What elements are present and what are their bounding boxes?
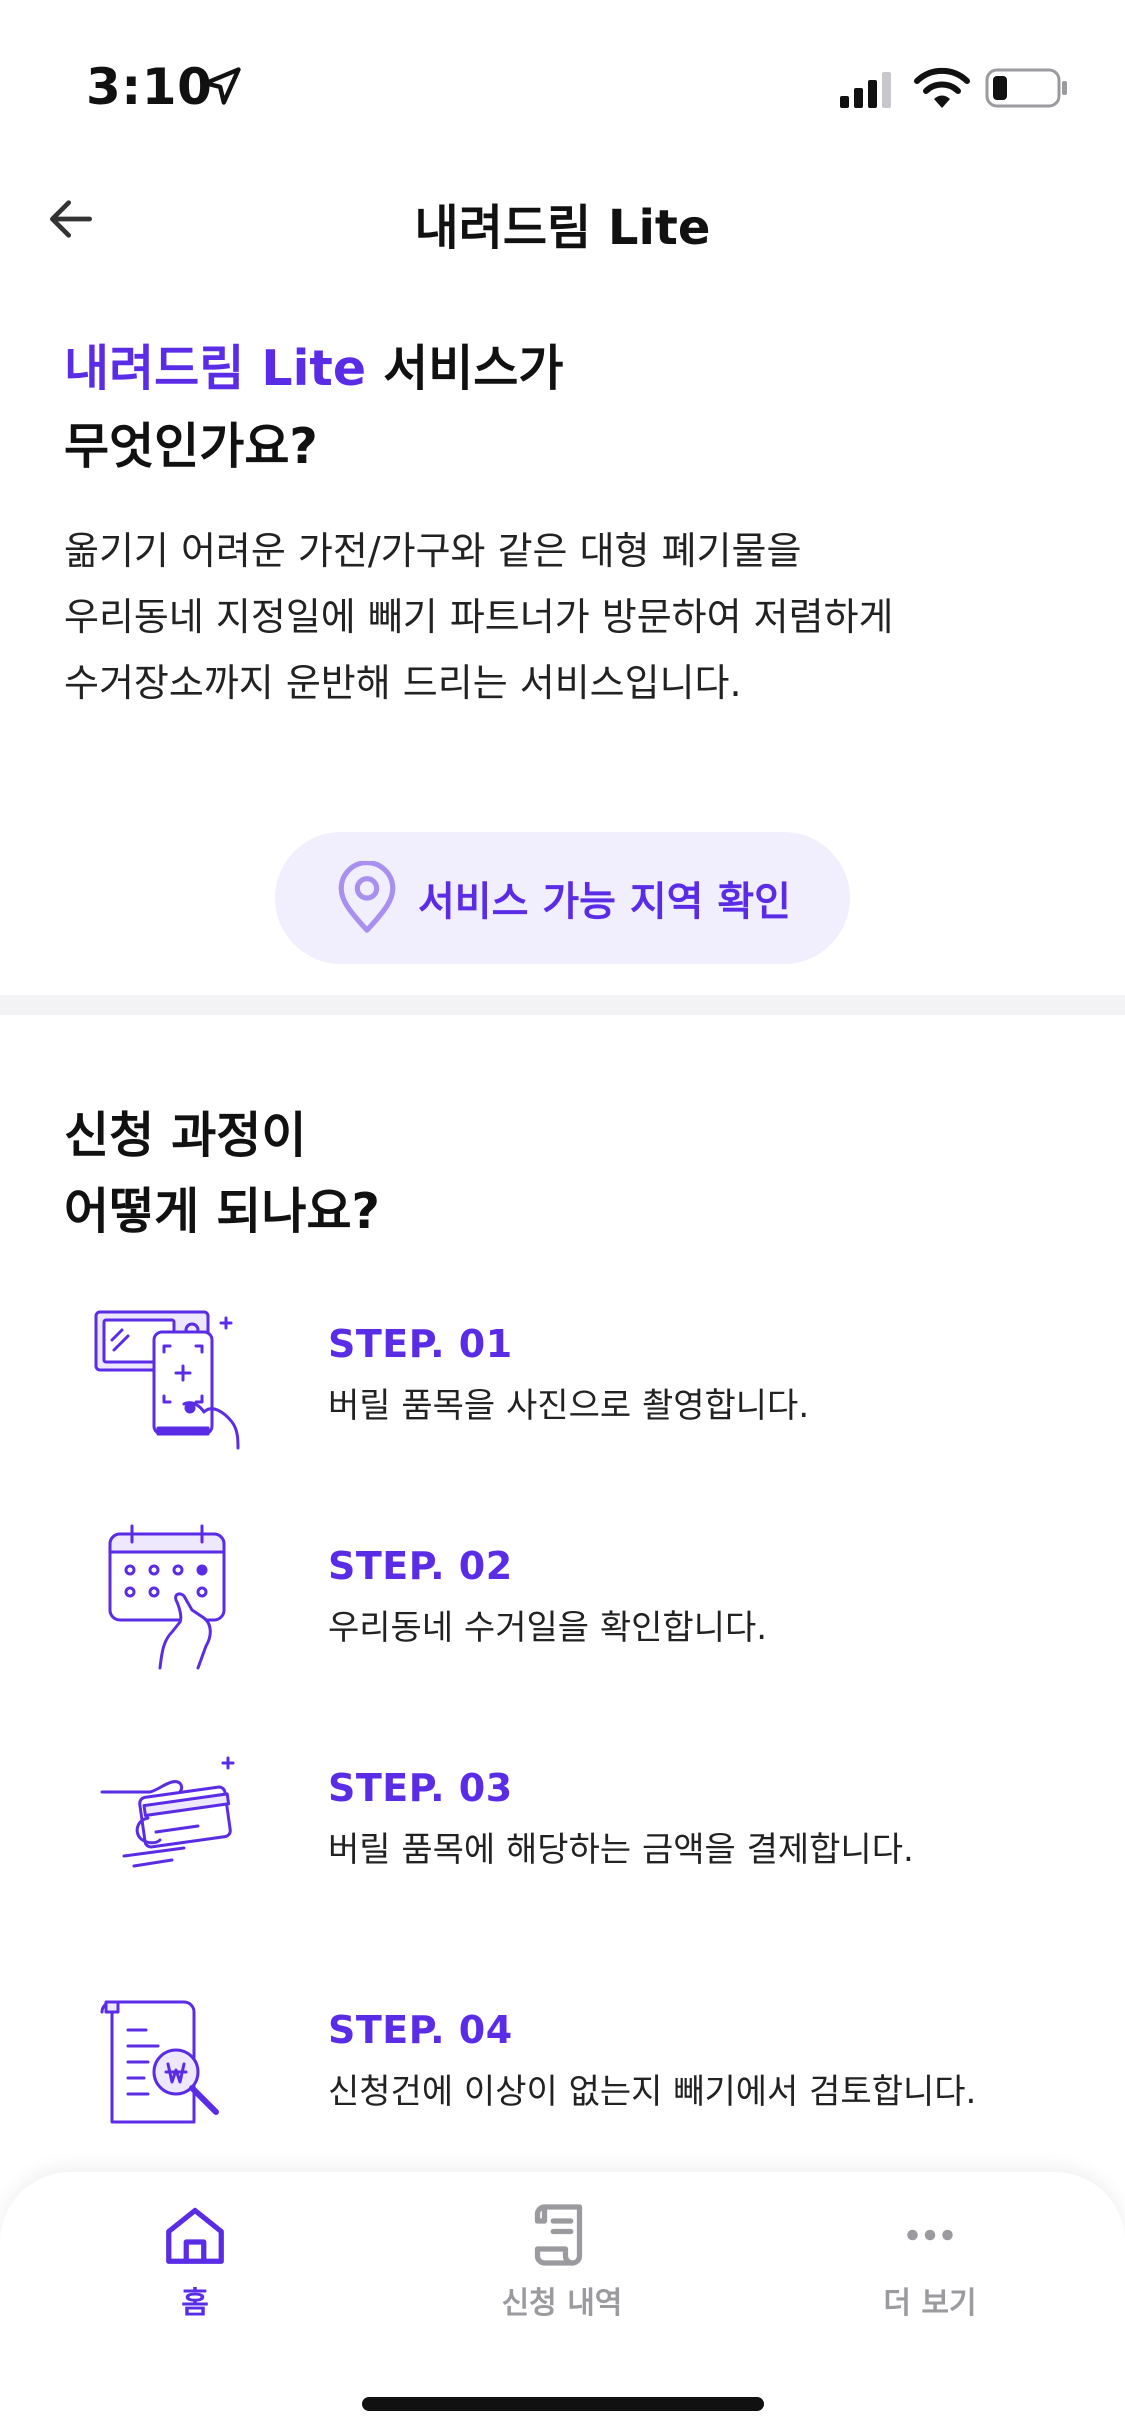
step-item: STEP. 04 신청건에 이상이 없는지 빼기에서 검토합니다. [0,1986,1125,2146]
battery-icon [985,68,1067,108]
status-bar: 3:10 [0,0,1125,140]
step-item: STEP. 01 버릴 품목을 사진으로 촬영합니다. [0,1300,1125,1460]
signal-icon [840,72,891,108]
tab-more[interactable]: 더 보기 [800,2200,1060,2330]
calendar-icon [108,1524,226,1670]
process-title: 신청 과정이 어떻게 되나요? [64,1098,1064,1250]
intro-desc-line: 수거장소까지 운반해 드리는 서비스입니다. [64,661,742,705]
intro-description: 옮기기 어려운 가전/가구와 같은 대형 폐기물을 우리동네 지정일에 빼기 파… [64,518,1064,716]
process-title-line2: 어떻게 되나요? [64,1183,380,1240]
home-icon [166,2207,224,2264]
location-pin-icon [338,861,396,933]
step-description: 신청건에 이상이 없는지 빼기에서 검토합니다. [328,2072,977,2112]
more-dots-icon [907,2229,953,2241]
page-title: 내려드림 Lite [414,200,711,256]
step-item: STEP. 03 버릴 품목에 해당하는 금액을 결제합니다. [0,1744,1125,1904]
step-number: STEP. 03 [328,1766,513,1810]
tab-history[interactable]: 신청 내역 [432,2200,692,2330]
intro-title-rest: 서비스가 [366,340,564,397]
step-description: 버릴 품목에 해당하는 금액을 결제합니다. [328,1830,914,1870]
tab-home[interactable]: 홈 [65,2200,325,2330]
wifi-icon [914,67,970,108]
step-number: STEP. 02 [328,1544,513,1588]
tab-more-label: 더 보기 [883,2286,977,2321]
home-indicator [362,2397,764,2411]
section-divider [0,995,1125,1015]
intro-title-accent: 내려드림 Lite [64,340,367,397]
document-review-icon [100,2000,219,2124]
receipt-icon [534,2204,583,2266]
step-item: STEP. 02 우리동네 수거일을 확인합니다. [0,1522,1125,1682]
check-service-area-button[interactable]: 서비스 가능 지역 확인 [275,832,850,964]
process-title-line1: 신청 과정이 [64,1107,307,1164]
intro-title: 내려드림 Lite 서비스가 무엇인가요? [64,330,1064,486]
intro-title-line2: 무엇인가요? [64,418,318,475]
phone-camera-icon [94,1310,240,1450]
location-arrow-icon [203,67,241,105]
card-payment-icon [100,1756,235,1868]
check-service-area-label: 서비스 가능 지역 확인 [418,879,791,925]
step-description: 버릴 품목을 사진으로 촬영합니다. [328,1386,810,1426]
intro-desc-line: 우리동네 지정일에 빼기 파트너가 방문하여 저렴하게 [64,595,894,639]
step-number: STEP. 01 [328,1322,513,1366]
intro-desc-line: 옮기기 어려운 가전/가구와 같은 대형 폐기물을 [64,529,802,573]
header: 내려드림 Lite [0,160,1125,280]
step-description: 우리동네 수거일을 확인합니다. [328,1608,768,1648]
step-number: STEP. 04 [328,2008,513,2052]
status-time: 3:10 [86,58,213,116]
tab-history-label: 신청 내역 [501,2286,623,2321]
tab-home-label: 홈 [181,2286,209,2321]
